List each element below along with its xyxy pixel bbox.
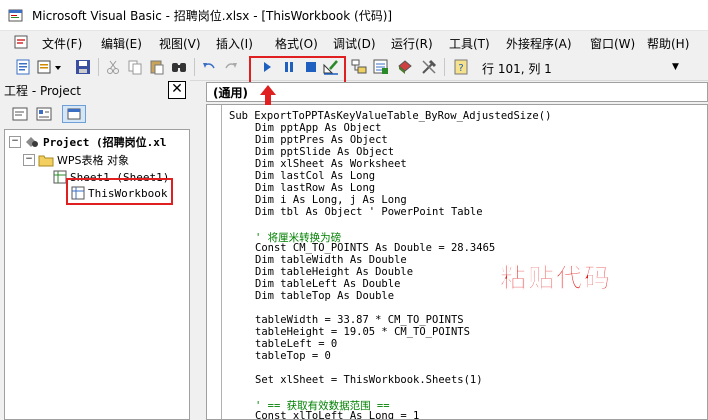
cursor-position: 行 101, 列 1 [482,62,552,76]
cut-icon[interactable] [104,58,122,76]
title-bar: Microsoft Visual Basic - 招聘岗位.xlsx - [Th… [0,0,708,31]
code-line[interactable]: Dim pptPres As Object [255,134,388,146]
object-combo-value: (通用) [213,86,248,100]
copy-icon[interactable] [126,58,144,76]
code-line[interactable]: Sub ExportToPPTAsKeyValueTable_ByRow_Adj… [229,110,551,122]
menu-run[interactable]: 运行(R) [391,35,433,52]
save-icon[interactable] [74,58,92,76]
redo-icon[interactable] [222,58,240,76]
toolbar-options-icon[interactable]: ▼ [672,62,679,72]
menu-format[interactable]: 格式(O) [275,35,318,52]
code-line[interactable]: tableLeft = 0 [255,338,337,350]
code-line[interactable]: Dim i As Long, j As Long [255,194,407,206]
folder-label: WPS表格 对象 [57,154,129,167]
code-line[interactable]: Dim pptSlide As Object [255,146,394,158]
toolbar-separator [444,58,445,76]
close-icon[interactable]: ✕ [168,81,186,99]
menu-debug[interactable]: 调试(D) [333,35,376,52]
view-object-icon[interactable] [34,105,54,123]
code-line[interactable]: Dim tableLeft As Double [255,278,400,290]
code-editor[interactable]: Sub ExportToPPTAsKeyValueTable_ByRow_Adj… [206,104,708,420]
toggle-folders-icon[interactable] [62,105,86,123]
menu-window[interactable]: 窗口(W) [590,35,635,52]
code-line[interactable]: Dim xlSheet As Worksheet [255,158,407,170]
svg-text:?: ? [458,63,463,74]
code-line[interactable]: Dim tbl As Object ' PowerPoint Table [255,206,483,218]
project-pane-header: 工程 - Project ✕ [0,80,190,100]
project-root-label: Project (招聘岗位.xl [43,136,167,149]
find-icon[interactable] [170,58,188,76]
arrow-up-icon [260,85,276,105]
menu-addins[interactable]: 外接程序(A) [506,35,572,52]
code-window-icon[interactable] [14,35,28,49]
undo-icon[interactable] [200,58,218,76]
code-line[interactable]: tableHeight = 19.05 * CM_TO_POINTS [255,326,470,338]
code-line[interactable]: tableTop = 0 [255,350,331,362]
object-combo[interactable]: (通用) [206,82,708,102]
menu-file[interactable]: 文件(F) [42,35,82,52]
menu-tools[interactable]: 工具(T) [449,35,490,52]
tree-item-objects-folder[interactable]: − WPS表格 对象 [23,152,129,168]
window-title: Microsoft Visual Basic - 招聘岗位.xlsx - [Th… [32,9,393,23]
code-line[interactable]: Dim lastCol As Long [255,170,375,182]
toolbar-separator [98,58,99,76]
code-line[interactable]: Dim tableWidth As Double [255,254,407,266]
menu-bar: 文件(F) 编辑(E) 视图(V) 插入(I) 格式(O) 调试(D) 运行(R… [0,31,708,53]
tree-item-project[interactable]: − Project (招聘岗位.xl [9,134,166,150]
vba-app-icon [8,9,23,22]
sheet-icon [53,170,67,184]
code-line[interactable]: Dim lastRow As Long [255,182,375,194]
code-line[interactable]: Const CM_TO_POINTS As Double = 28.3465 [255,242,495,254]
project-toolbar [0,100,190,128]
paste-code-annotation: 粘贴代码 [500,264,613,295]
insert-module-icon[interactable] [36,58,64,76]
view-code-icon[interactable] [10,105,30,123]
code-line[interactable]: Dim tableHeight As Double [255,266,413,278]
toolbar-separator [194,58,195,76]
vba-project-icon [26,137,38,147]
menu-help[interactable]: 帮助(H) [647,35,689,52]
standard-toolbar: ? 行 101, 列 1 ▼ [0,54,708,81]
collapse-icon[interactable]: − [9,136,21,148]
code-line[interactable]: Dim tableTop As Double [255,290,394,302]
project-pane-title: 工程 - Project [4,84,82,98]
code-line[interactable]: Dim pptApp As Object [255,122,381,134]
collapse-icon[interactable]: − [23,154,35,166]
toolbox-icon[interactable] [420,58,438,76]
code-line[interactable]: Const xlToLeft As Long = 1 [255,410,419,419]
help-icon[interactable]: ? [452,58,470,76]
folder-icon [38,155,54,166]
menu-edit[interactable]: 编辑(E) [101,35,142,52]
menu-view[interactable]: 视图(V) [159,35,201,52]
run-buttons-highlight [249,56,346,85]
project-explorer-icon[interactable] [350,58,368,76]
paste-icon[interactable] [148,58,166,76]
code-margin [207,105,222,419]
project-tree: − Project (招聘岗位.xl − WPS表格 对象 Sheet1 (Sh… [4,129,190,420]
thisworkbook-highlight [66,178,173,205]
code-line[interactable]: Set xlSheet = ThisWorkbook.Sheets(1) [255,374,483,386]
excel-view-icon[interactable] [14,58,32,76]
object-browser-icon[interactable] [396,58,414,76]
properties-icon[interactable] [372,58,390,76]
menu-insert[interactable]: 插入(I) [216,35,253,52]
code-line[interactable]: tableWidth = 33.87 * CM_TO_POINTS [255,314,464,326]
